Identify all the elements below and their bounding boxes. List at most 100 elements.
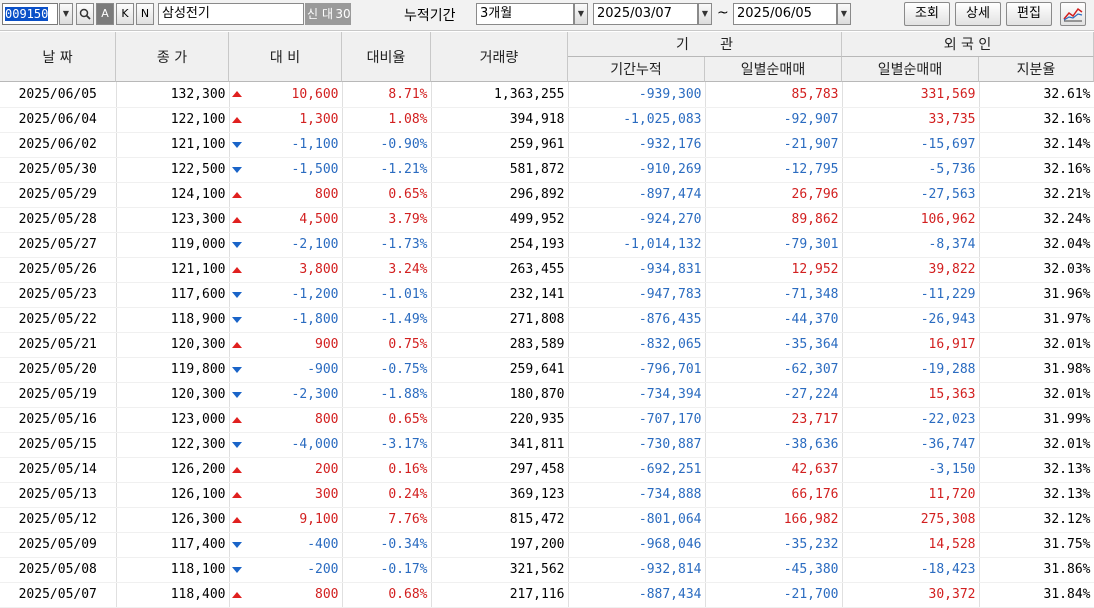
change-rate-cell-value: -0.90%: [380, 137, 428, 152]
header-institution-daily[interactable]: 일별순매매: [705, 57, 842, 82]
foreign-daily-cell: -11,229: [842, 282, 980, 308]
change-rate-cell: 1.08%: [342, 107, 432, 133]
volume-cell: 1,363,255: [431, 82, 569, 108]
table-row[interactable]: 2025/05/14 126,200 200 0.16% 297,458 -692,251…: [0, 457, 1094, 483]
header-close[interactable]: 종 가: [116, 32, 229, 82]
table-row[interactable]: 2025/06/04 122,100 1,300 1.08% 394,918 -1,025…: [0, 107, 1094, 133]
table-row[interactable]: 2025/05/28 123,300 4,500 3.79% 499,952 -924,2…: [0, 207, 1094, 233]
institution-daily-cell: -38,636: [705, 432, 843, 458]
table-row[interactable]: 2025/06/02 121,100 -1,100 -0.90% 259,961 -932…: [0, 132, 1094, 158]
table-row[interactable]: 2025/05/20 119,800 -900 -0.75% 259,641 -796,7…: [0, 357, 1094, 383]
foreign-daily-cell: -26,943: [842, 307, 980, 333]
volume-cell: 217,116: [431, 582, 569, 608]
institution-daily-cell-value: -92,907: [783, 112, 839, 127]
a-button[interactable]: A: [96, 3, 114, 25]
chart-button[interactable]: [1060, 2, 1086, 26]
table-row[interactable]: 2025/06/05 132,300 10,600 8.71% 1,363,255 -93…: [0, 82, 1094, 108]
header-foreign-share[interactable]: 지분율: [979, 57, 1094, 82]
table-row[interactable]: 2025/05/15 122,300 -4,000 -3.17% 341,811 -730…: [0, 432, 1094, 458]
date-to-input[interactable]: 2025/06/05: [733, 3, 837, 25]
period-select[interactable]: 3개월: [476, 3, 574, 25]
close-cell-value: 122,100: [170, 112, 226, 127]
change-rate-cell: 0.24%: [342, 482, 432, 508]
volume-cell: 180,870: [431, 382, 569, 408]
close-cell-value: 123,300: [170, 212, 226, 227]
change-rate-cell-value: 0.65%: [388, 187, 428, 202]
institution-cumulative-cell-value: -796,701: [638, 362, 702, 377]
down-arrow-icon: [231, 441, 242, 448]
volume-cell: 283,589: [431, 332, 569, 358]
table-row[interactable]: 2025/05/30 122,500 -1,500 -1.21% 581,872 -910…: [0, 157, 1094, 183]
table-row[interactable]: 2025/05/16 123,000 800 0.65% 220,935 -707,170…: [0, 407, 1094, 433]
table-row[interactable]: 2025/05/27 119,000 -2,100 -1.73% 254,193 -1,0…: [0, 232, 1094, 258]
close-cell-value: 121,100: [170, 137, 226, 152]
volume-cell-value: 297,458: [509, 462, 565, 477]
foreign-share-cell-value: 32.14%: [1043, 137, 1091, 152]
stock-code-input[interactable]: 009150: [2, 3, 58, 25]
table-row[interactable]: 2025/05/08 118,100 -200 -0.17% 321,562 -932,8…: [0, 557, 1094, 583]
close-cell: 121,100: [116, 132, 230, 158]
institution-cumulative-cell-value: -734,888: [638, 487, 702, 502]
foreign-daily-cell: -18,423: [842, 557, 980, 583]
institution-daily-cell: 42,637: [705, 457, 843, 483]
chevron-down-icon: ▼: [577, 9, 585, 18]
table-row[interactable]: 2025/05/23 117,600 -1,200 -1.01% 232,141 -947…: [0, 282, 1094, 308]
k-button[interactable]: K: [116, 3, 134, 25]
institution-cumulative-cell-value: -876,435: [638, 312, 702, 327]
close-cell-value: 118,900: [170, 312, 226, 327]
table-row[interactable]: 2025/05/13 126,100 300 0.24% 369,123 -734,888…: [0, 482, 1094, 508]
volume-cell-value: 581,872: [509, 162, 565, 177]
change-cell-value: 800: [315, 187, 339, 202]
date-cell: 2025/05/09: [0, 532, 117, 558]
header-institution-cumulative[interactable]: 기간누적: [568, 57, 705, 82]
table-row[interactable]: 2025/05/09 117,400 -400 -0.34% 197,200 -968,0…: [0, 532, 1094, 558]
table-body: 2025/06/05 132,300 10,600 8.71% 1,363,255 -93…: [0, 82, 1094, 608]
table-row[interactable]: 2025/05/29 124,100 800 0.65% 296,892 -897,474…: [0, 182, 1094, 208]
close-cell-value: 117,400: [170, 537, 226, 552]
header-volume[interactable]: 거래량: [431, 32, 568, 82]
table-row[interactable]: 2025/05/19 120,300 -2,300 -1.88% 180,870 -734…: [0, 382, 1094, 408]
institution-cumulative-cell: -897,474: [568, 182, 706, 208]
change-cell: -1,200: [229, 282, 343, 308]
query-button[interactable]: 조회: [904, 2, 950, 26]
table-row[interactable]: 2025/05/07 118,400 800 0.68% 217,116 -887,434…: [0, 582, 1094, 608]
code-dropdown-button[interactable]: ▼: [59, 3, 73, 25]
change-rate-cell: -1.73%: [342, 232, 432, 258]
stock-name-input[interactable]: 삼성전기: [158, 3, 304, 25]
date-cell-value: 2025/05/07: [18, 587, 97, 602]
date-from-calendar-button[interactable]: ▼: [698, 3, 712, 25]
change-cell: 1,300: [229, 107, 343, 133]
institution-cumulative-cell: -932,814: [568, 557, 706, 583]
foreign-share-cell: 32.61%: [979, 82, 1094, 108]
volume-cell: 254,193: [431, 232, 569, 258]
header-change[interactable]: 대 비: [229, 32, 342, 82]
table-row[interactable]: 2025/05/26 121,100 3,800 3.24% 263,455 -934,8…: [0, 257, 1094, 283]
header-date[interactable]: 날 짜: [0, 32, 116, 82]
change-rate-cell-value: -0.75%: [380, 362, 428, 377]
foreign-daily-cell-value: 14,528: [928, 537, 976, 552]
table-row[interactable]: 2025/05/21 120,300 900 0.75% 283,589 -832,065…: [0, 332, 1094, 358]
change-rate-cell-value: -0.34%: [380, 537, 428, 552]
change-cell: -400: [229, 532, 343, 558]
change-cell: 300: [229, 482, 343, 508]
change-rate-cell-value: 3.24%: [388, 262, 428, 277]
header-change-rate[interactable]: 대비율: [342, 32, 431, 82]
down-arrow-icon: [231, 316, 242, 323]
table-row[interactable]: 2025/05/22 118,900 -1,800 -1.49% 271,808 -876…: [0, 307, 1094, 333]
detail-button[interactable]: 상세: [955, 2, 1001, 26]
close-cell: 117,400: [116, 532, 230, 558]
date-to-calendar-button[interactable]: ▼: [837, 3, 851, 25]
search-button[interactable]: [76, 3, 94, 25]
period-dropdown-button[interactable]: ▼: [574, 3, 588, 25]
foreign-share-cell-value: 31.97%: [1043, 312, 1091, 327]
n-button[interactable]: N: [136, 3, 154, 25]
institution-cumulative-cell-value: -932,176: [638, 137, 702, 152]
date-cell-value: 2025/05/22: [18, 312, 97, 327]
close-cell: 120,300: [116, 332, 230, 358]
date-cell-value: 2025/05/28: [18, 212, 97, 227]
edit-button[interactable]: 편집: [1006, 2, 1052, 26]
institution-daily-cell: -21,907: [705, 132, 843, 158]
header-foreign-daily[interactable]: 일별순매매: [842, 57, 979, 82]
date-from-input[interactable]: 2025/03/07: [593, 3, 698, 25]
table-row[interactable]: 2025/05/12 126,300 9,100 7.76% 815,472 -801,0…: [0, 507, 1094, 533]
